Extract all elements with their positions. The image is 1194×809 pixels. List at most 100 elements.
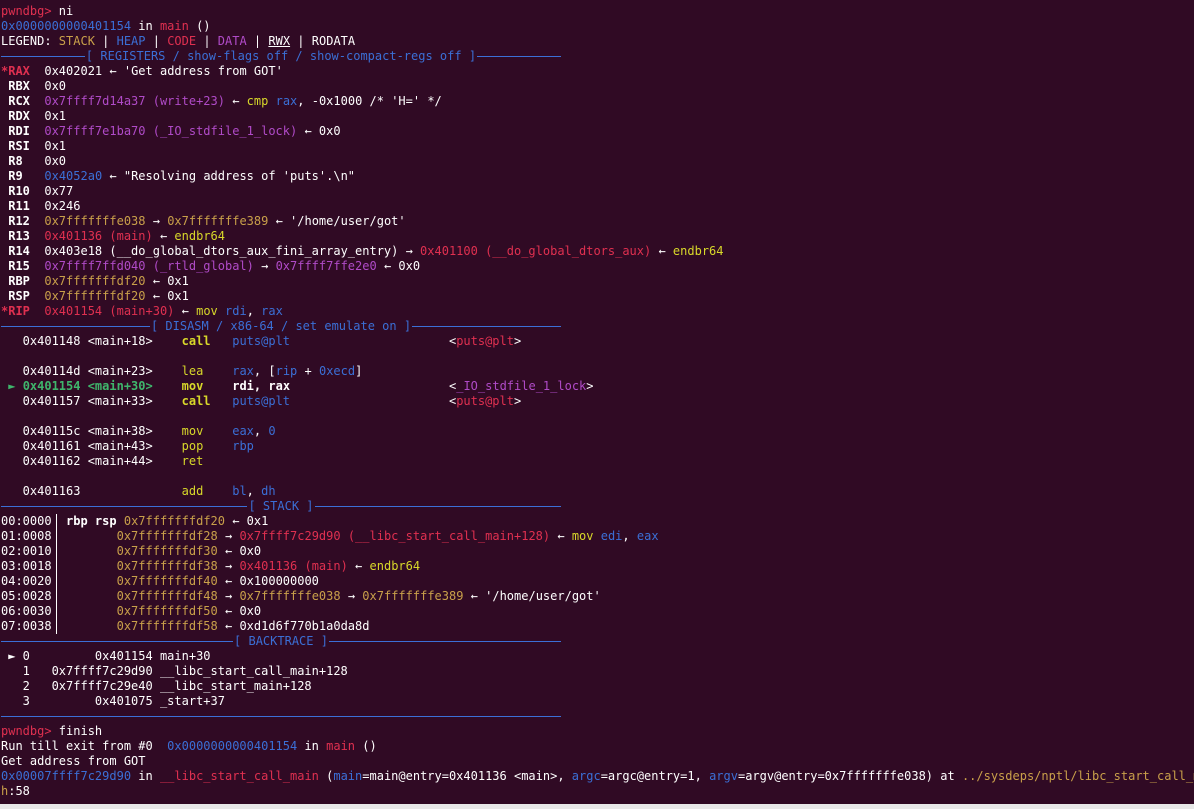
text-segment: () (355, 739, 377, 753)
text-segment: 0x7fffffffdf30 (116, 544, 218, 558)
text-segment: 0x246 (29, 199, 81, 213)
terminal-line: RSI 0x1 (1, 139, 66, 154)
text-segment: ← 0x0 (217, 544, 262, 558)
text-segment: rdi (232, 379, 254, 393)
terminal-line: 05:0028 0x7fffffffdf48 → 0x7fffffffe038 … (1, 589, 601, 604)
terminal-line: Get address from GOT (1, 754, 146, 769)
text-segment: 0x7fffffffe389 (362, 589, 464, 603)
text-segment: RBX (1, 79, 30, 93)
text-segment: 0x401100 (__do_global_dtors_aux) (420, 244, 652, 258)
terminal-line: 1 0x7ffff7c29d90 __libc_start_call_main+… (1, 664, 348, 679)
text-segment: endbr64 (672, 244, 724, 258)
text-segment: cmp (246, 94, 269, 108)
terminal-line: 3 0x401075 _start+37 (1, 694, 225, 709)
text-segment: ► (1, 379, 23, 393)
terminal-line: 2 0x7ffff7c29e40 __libc_start_main+128 (1, 679, 312, 694)
text-segment (52, 604, 117, 618)
terminal-line: pwndbg> finish (1, 724, 102, 739)
text-segment (218, 304, 225, 318)
text-segment: 0x7fffffffdf50 (116, 604, 218, 618)
text-segment (203, 379, 232, 393)
text-segment (30, 94, 44, 108)
text-segment: 0xecd (318, 364, 356, 378)
text-segment: → (253, 259, 276, 273)
text-segment: ← (109, 64, 117, 78)
text-segment (30, 229, 44, 243)
text-segment: 0x7fffffffdf58 (116, 619, 218, 633)
text-segment: 01:0008 (1, 529, 52, 543)
section-title: [ DISASM / x86-64 / set emulate on ] (149, 319, 413, 333)
text-segment (117, 514, 124, 528)
terminal-line: 0x0000000000401154 in main () (1, 19, 211, 34)
text-segment: R11 (1, 199, 30, 213)
section-separator: [ STACK ] (1, 499, 561, 514)
terminal-line: h:58 (1, 784, 30, 799)
text-segment: ] (355, 364, 363, 378)
text-segment: ← (152, 229, 175, 243)
text-segment: , (622, 529, 637, 543)
text-segment: =argv@entry=0x7fffffffe038) at (737, 769, 962, 783)
terminal-line: RSP 0x7fffffffdf20 ← 0x1 (1, 289, 189, 304)
text-segment: 0x1 (29, 109, 67, 123)
terminal-line: R15 0x7ffff7ffd040 (_rtld_global) → 0x7f… (1, 259, 420, 274)
terminal-line: 0x401148 <main+18> call puts@plt <puts@p… (1, 334, 522, 349)
text-segment: argv (709, 769, 738, 783)
terminal-window[interactable]: pwndbg> ni 0x0000000000401154 in main () L… (0, 0, 1194, 809)
terminal-line: *RAX 0x402021 ← 'Get address from GOT' (1, 64, 283, 79)
terminal-line: 03:0018 0x7fffffffdf38 → 0x401136 (main)… (1, 559, 420, 574)
terminal-line: RDX 0x1 (1, 109, 66, 124)
text-segment: 0x403e18 (__do_global_dtors_aux_fini_arr… (29, 244, 421, 258)
section-separator: [ REGISTERS / show-flags off / show-comp… (1, 49, 561, 64)
text-segment: 03:0018 (1, 559, 52, 573)
text-segment: > (586, 379, 594, 393)
text-segment: → (145, 214, 168, 228)
text-segment: 06:0030 (1, 604, 52, 618)
text-segment: puts@plt (456, 334, 514, 348)
text-segment: 00:0000 (1, 514, 52, 528)
text-segment: 0x7fffffffdf48 (116, 589, 218, 603)
text-segment: RBP (1, 274, 30, 288)
terminal-line: Run till exit from #0 0x0000000000401154… (1, 739, 377, 754)
text-segment: ← (550, 529, 572, 543)
text-segment: rip (275, 364, 298, 378)
text-segment: rdi (225, 304, 247, 318)
text-segment (30, 124, 44, 138)
text-segment: 0x00007ffff7c29d90 (1, 769, 132, 783)
text-segment: 0x7fffffffdf38 (116, 559, 218, 573)
text-segment: > (513, 334, 522, 348)
text-segment: 0x401163 (1, 484, 182, 498)
text-segment: 0x7fffffffdf20 (123, 514, 225, 528)
text-segment: 0x401148 <main+18> (1, 334, 182, 348)
terminal-line: *RIP 0x401154 (main+30) ← mov rdi, rax (1, 304, 283, 319)
terminal-line: 0x401161 <main+43> pop rbp (1, 439, 254, 454)
text-segment: bl (232, 484, 247, 498)
text-segment: 0x0000000000401154 (1, 19, 132, 33)
text-segment: rax (275, 94, 298, 108)
terminal-line: RBX 0x0 (1, 79, 66, 94)
text-segment: R12 (1, 214, 30, 228)
text-segment: R14 (1, 244, 30, 258)
text-segment: RCX (1, 94, 30, 108)
text-segment: 0x40114d <main+23> (1, 364, 182, 378)
text-segment: < (290, 394, 457, 408)
text-segment (52, 619, 117, 633)
text-segment: RWX (268, 34, 291, 48)
terminal-line: RCX 0x7ffff7d14a37 (write+23) ← cmp rax,… (1, 94, 442, 109)
text-segment (52, 574, 117, 588)
text-segment: 0x7fffffffdf20 (44, 274, 146, 288)
text-segment (203, 364, 232, 378)
text-segment: 0x0000000000401154 (167, 739, 298, 753)
text-segment (52, 529, 117, 543)
terminal-line: 0x401163 add bl, dh (1, 484, 276, 499)
text-segment: | (246, 34, 269, 48)
text-segment: =argc@entry=1, (600, 769, 710, 783)
text-segment: 0x1 (29, 139, 67, 153)
text-segment: 0x401136 (main) (44, 229, 153, 243)
text-segment: < (290, 334, 457, 348)
text-segment: call (181, 334, 211, 348)
text-segment: ← 0x1 (225, 514, 269, 528)
text-segment: endbr64 (174, 229, 225, 243)
text-segment: + (297, 364, 319, 378)
section-title: [ STACK ] (247, 499, 315, 513)
text-segment: ( (318, 769, 334, 783)
